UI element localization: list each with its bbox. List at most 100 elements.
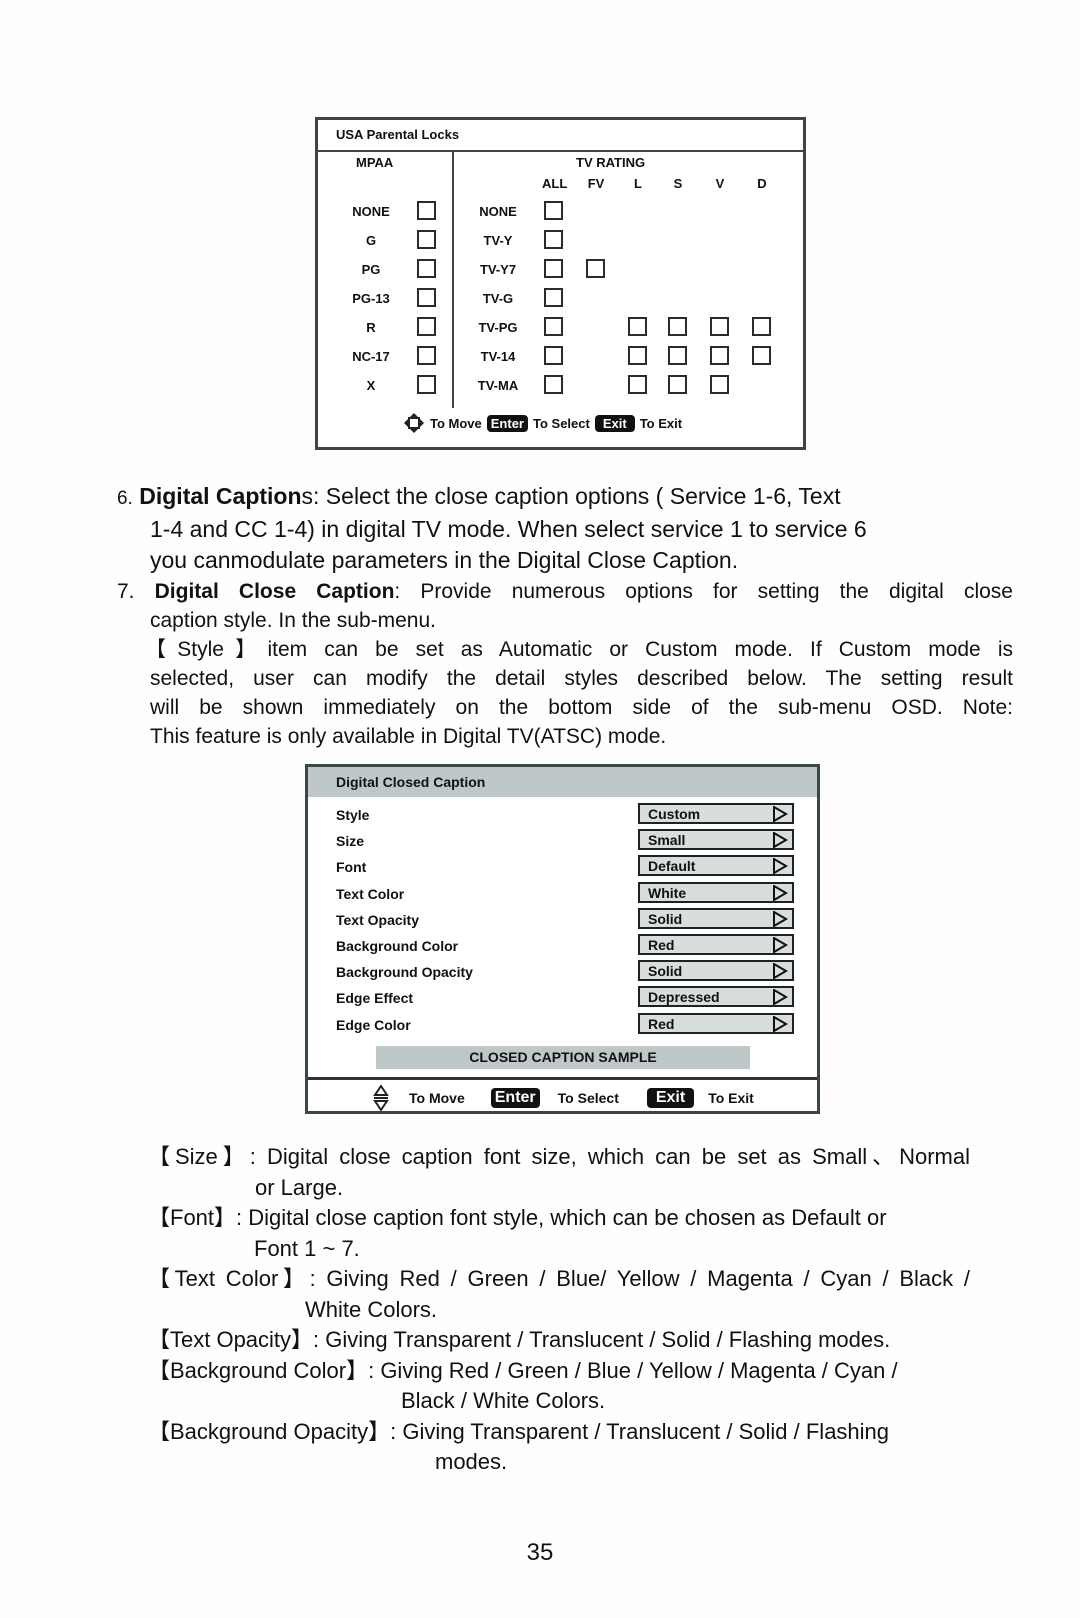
- exit-key[interactable]: Exit: [594, 414, 635, 432]
- item-title: Digital Caption: [139, 483, 302, 509]
- tv-rating-checkbox[interactable]: [544, 230, 563, 249]
- tv-rating-checkbox[interactable]: [628, 317, 647, 336]
- item-number: 6.: [117, 488, 133, 509]
- page-number: 35: [526, 1539, 554, 1566]
- right-arrow-icon: [773, 989, 788, 1006]
- description-line: 【Font】: Digital close caption font style…: [148, 1205, 887, 1230]
- tv-rating-checkbox[interactable]: [710, 346, 729, 365]
- nav-hint-bar: To Move Enter To Select Exit To Exit: [403, 412, 682, 434]
- description-line: or Large.: [255, 1174, 344, 1200]
- item-number: 7.: [117, 580, 135, 603]
- divider: [308, 1077, 817, 1080]
- tv-rating-checkbox[interactable]: [586, 259, 605, 278]
- mpaa-rating-checkbox[interactable]: [417, 201, 436, 220]
- tv-rating-checkbox[interactable]: [752, 346, 771, 365]
- mpaa-rating-label: PG-13: [352, 291, 390, 306]
- setting-value: Depressed: [648, 989, 720, 1006]
- tv-rating-checkbox[interactable]: [544, 317, 563, 336]
- setting-value-selector[interactable]: Red: [638, 1012, 794, 1034]
- description-line: 【Background Opacity】: Giving Transparent…: [148, 1418, 890, 1444]
- item-text: you canmodulate parameters in the Digita…: [150, 547, 739, 573]
- mpaa-rating-label: R: [366, 320, 376, 335]
- tv-rating-checkbox[interactable]: [668, 346, 687, 365]
- setting-label: Style: [336, 807, 370, 823]
- exit-hint: To Exit: [708, 1090, 754, 1106]
- item-text: 【Style】item can be set as Automatic or C…: [145, 638, 1013, 661]
- setting-value-selector[interactable]: Depressed: [638, 986, 794, 1008]
- mpaa-rating-label: G: [365, 233, 377, 248]
- right-arrow-icon: [773, 884, 788, 901]
- usa-parental-locks-panel: USA Parental Locks MPAA TV RATING ALL FV L…: [315, 117, 806, 450]
- tv-rating-checkbox[interactable]: [710, 375, 729, 394]
- tv-rating-checkbox[interactable]: [668, 317, 687, 336]
- right-arrow-icon: [773, 806, 788, 822]
- mpaa-rating-label: NC-17: [352, 349, 390, 364]
- closed-caption-sample: CLOSED CAPTION SAMPLE: [376, 1046, 750, 1069]
- tv-rating-checkbox[interactable]: [752, 317, 771, 336]
- mpaa-rating-checkbox[interactable]: [417, 288, 436, 307]
- setting-label: Edge Color: [336, 1016, 411, 1033]
- setting-value: Red: [648, 937, 675, 953]
- enter-key[interactable]: Enter: [490, 1088, 540, 1108]
- nav-hint-bar: To Move Enter To Select Exit To Exit: [373, 1085, 754, 1111]
- mpaa-rating-checkbox[interactable]: [417, 230, 436, 249]
- tv-rating-checkbox[interactable]: [544, 259, 563, 278]
- mpaa-rating-checkbox[interactable]: [417, 375, 436, 394]
- setting-value-selector[interactable]: Custom: [638, 803, 794, 824]
- description-line: 【Background Color】: Giving Red / Green /…: [148, 1357, 898, 1383]
- tv-rating-checkbox[interactable]: [628, 375, 647, 394]
- tv-column-header: FV: [587, 176, 605, 191]
- item-title: Digital Close Caption: [154, 580, 395, 603]
- select-hint: To Select: [533, 415, 590, 431]
- move-hint: To Move: [430, 415, 482, 431]
- mpaa-rating-checkbox[interactable]: [417, 259, 436, 278]
- setting-label: Edge Effect: [336, 990, 414, 1007]
- item-text: will be shown immediately on the bottom …: [150, 696, 1013, 719]
- up-down-arrow-icon: [373, 1085, 389, 1111]
- tv-rating-checkbox[interactable]: [544, 288, 563, 307]
- item-text: caption style. In the sub-menu.: [150, 609, 436, 632]
- four-way-arrow-icon: [404, 413, 424, 433]
- tv-rating-checkbox[interactable]: [710, 317, 729, 336]
- tv-rating-checkbox[interactable]: [668, 375, 687, 394]
- tv-rating-checkbox[interactable]: [544, 201, 563, 220]
- item-6-paragraph: 6. Digital Captions: Select the close ca…: [117, 481, 1017, 576]
- setting-value-selector[interactable]: Default: [638, 855, 794, 877]
- tv-rating-checkbox[interactable]: [544, 375, 563, 394]
- description-line: 【Size】: Digital close caption font size,…: [148, 1144, 970, 1169]
- setting-label: Text Color: [336, 885, 405, 902]
- setting-value: White: [648, 884, 687, 901]
- setting-value: Red: [648, 1015, 675, 1032]
- setting-value-selector[interactable]: White: [638, 881, 794, 903]
- description-line: modes.: [435, 1449, 508, 1474]
- tv-rating-label: TV-PG: [478, 320, 518, 335]
- right-arrow-icon: [773, 1015, 788, 1032]
- setting-value-selector[interactable]: Red: [638, 934, 794, 955]
- setting-label: Font: [336, 859, 367, 876]
- exit-key[interactable]: Exit: [646, 1088, 695, 1108]
- tv-rating-checkbox[interactable]: [544, 346, 563, 365]
- item-7-paragraph: 7. Digital Close Caption: Provide numero…: [117, 577, 1013, 751]
- setting-value-selector[interactable]: Solid: [638, 907, 794, 929]
- setting-value-selector[interactable]: Solid: [638, 960, 794, 982]
- description-line: 【Text Color】: Giving Red / Green / Blue/…: [148, 1266, 970, 1291]
- item-text: s: Select the close caption options ( Se…: [301, 483, 841, 509]
- setting-value: Solid: [648, 910, 683, 927]
- tv-rating-checkbox[interactable]: [628, 346, 647, 365]
- right-arrow-icon: [773, 910, 788, 927]
- setting-value-selector[interactable]: Small: [638, 829, 794, 851]
- tv-rating-label: NONE: [479, 204, 517, 219]
- right-arrow-icon: [773, 937, 788, 953]
- tv-column-header: S: [673, 176, 683, 191]
- option-descriptions: 【Size】: Digital close caption font size,…: [148, 1142, 1018, 1478]
- mpaa-rating-label: PG: [361, 262, 381, 277]
- panel-header: Digital Closed Caption: [308, 767, 817, 797]
- setting-value: Small: [648, 832, 686, 849]
- right-arrow-icon: [773, 832, 788, 849]
- mpaa-rating-checkbox[interactable]: [417, 346, 436, 365]
- right-arrow-icon: [773, 858, 788, 875]
- digital-closed-caption-panel: Digital Closed Caption Style Custom Size Sm…: [305, 764, 820, 1114]
- enter-key[interactable]: Enter: [486, 414, 528, 432]
- divider: [452, 150, 454, 408]
- mpaa-rating-checkbox[interactable]: [417, 317, 436, 336]
